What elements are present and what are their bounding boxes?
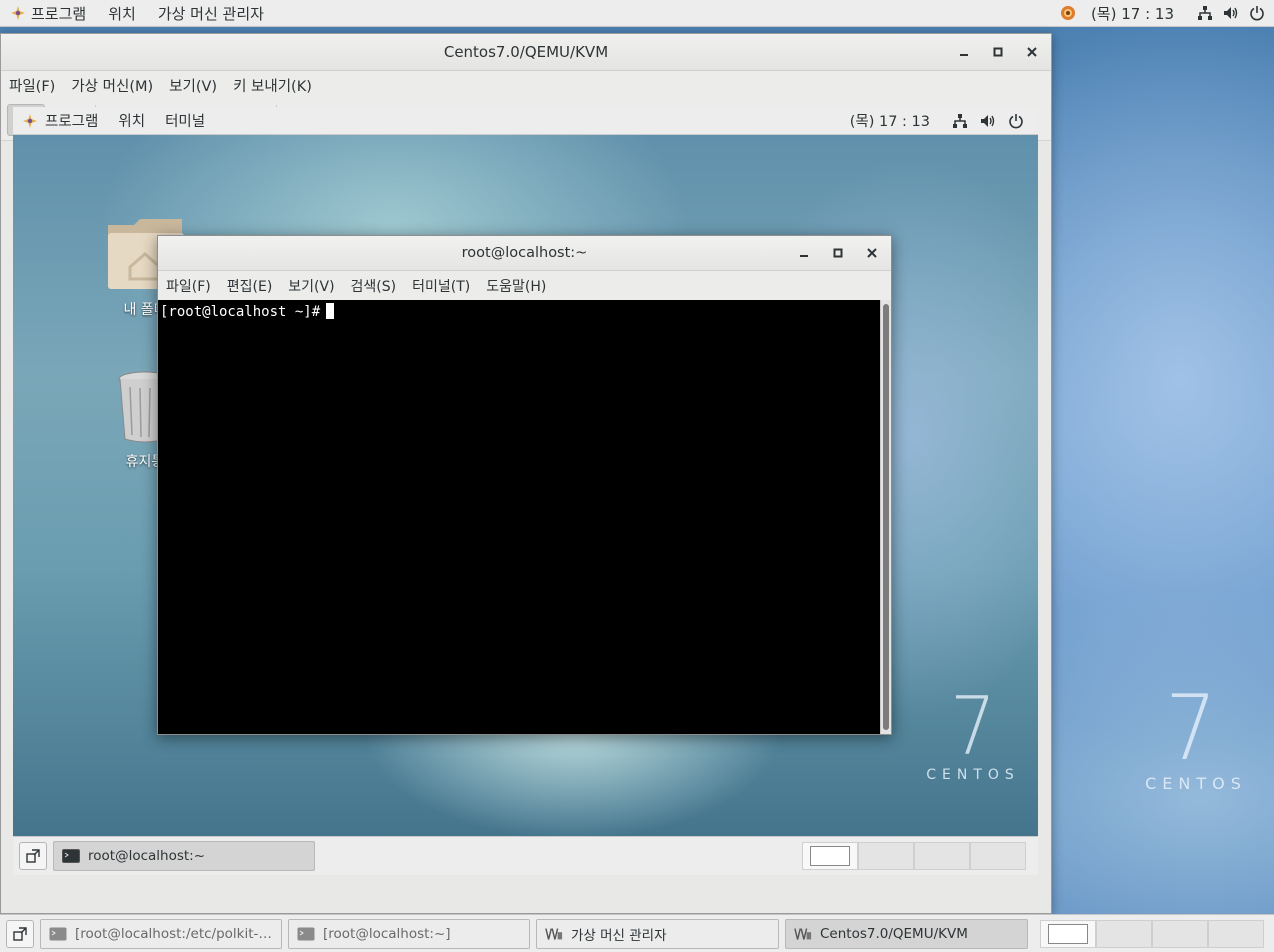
terminal-icon — [49, 927, 67, 940]
host-task-label: [root@localhost:~] — [323, 925, 451, 942]
guest-menu-places[interactable]: 위치 — [108, 107, 155, 134]
vm-menu-send-key[interactable]: 키 보내기(K) — [225, 75, 320, 96]
close-icon — [1027, 47, 1037, 57]
vm-menu-file[interactable]: 파일(F) — [1, 75, 63, 96]
workspace-1[interactable] — [1040, 919, 1096, 948]
host-workspace-switcher — [1040, 919, 1264, 948]
show-desktop-button[interactable] — [6, 919, 34, 948]
maximize-icon — [833, 248, 843, 258]
virt-manager-icon — [794, 927, 812, 940]
network-icon[interactable] — [1192, 0, 1218, 27]
host-task-vm-viewer[interactable]: Centos7.0/QEMU/KVM — [785, 918, 1028, 949]
close-button[interactable] — [1019, 39, 1045, 65]
workspace-4[interactable] — [1208, 919, 1264, 948]
terminal-prompt: [root@localhost ~]# — [160, 304, 321, 320]
minimize-icon — [800, 255, 808, 257]
host-clock[interactable]: (목) 17 : 13 — [1081, 3, 1192, 24]
guest-task-terminal[interactable]: root@localhost:~ — [53, 841, 315, 871]
terminal-menu-file[interactable]: 파일(F) — [158, 276, 219, 296]
host-menu-places[interactable]: 위치 — [97, 0, 147, 26]
terminal-title: root@localhost:~ — [461, 245, 588, 261]
applications-icon — [11, 6, 25, 20]
power-icon[interactable] — [1002, 107, 1030, 135]
terminal-menubar: 파일(F) 편집(E) 보기(V) 검색(S) 터미널(T) 도움말(H) — [158, 271, 891, 300]
workspace-3[interactable] — [1152, 919, 1208, 948]
host-task-terminal-polkit[interactable]: [root@localhost:/etc/polkit-1/lo… — [40, 918, 282, 949]
guest-centos-watermark: 7 CENTOS — [923, 687, 1038, 797]
host-menu-applications[interactable]: 프로그램 — [0, 0, 97, 26]
workspace-4[interactable] — [970, 842, 1026, 870]
guest-task-terminal-label: root@localhost:~ — [88, 848, 206, 864]
maximize-button[interactable] — [825, 240, 851, 266]
guest-menu-terminal[interactable]: 터미널 — [155, 107, 215, 134]
terminal-icon — [297, 927, 315, 940]
host-task-terminal-root[interactable]: [root@localhost:~] — [288, 918, 530, 949]
terminal-window: root@localhost:~ 파일(F) 편집(E) 보기(V) 검색(S)… — [157, 235, 892, 735]
guest-taskbar: root@localhost:~ — [13, 836, 1038, 875]
guest-display[interactable]: 프로그램 위치 터미널 (목) 17 : 13 내 폴더 휴지통 7 CENTO… — [13, 107, 1038, 875]
vm-menu-view[interactable]: 보기(V) — [161, 75, 225, 96]
guest-menu-applications-label: 프로그램 — [45, 114, 99, 130]
minimize-button[interactable] — [951, 39, 977, 65]
show-desktop-icon — [26, 849, 40, 863]
host-task-label: [root@localhost:/etc/polkit-1/lo… — [75, 925, 273, 942]
minimize-button[interactable] — [791, 240, 817, 266]
scrollbar-thumb[interactable] — [883, 304, 889, 730]
guest-top-panel: 프로그램 위치 터미널 (목) 17 : 13 — [13, 107, 1038, 135]
updates-icon[interactable] — [1055, 0, 1081, 27]
close-icon — [867, 248, 877, 258]
power-icon[interactable] — [1244, 0, 1270, 27]
applications-icon — [23, 113, 37, 128]
host-task-label: 가상 머신 관리자 — [571, 927, 667, 944]
guest-menu-applications[interactable]: 프로그램 — [13, 107, 108, 134]
terminal-icon — [62, 849, 80, 863]
vm-menu-machine[interactable]: 가상 머신(M) — [63, 75, 161, 96]
show-desktop-button[interactable] — [19, 842, 47, 870]
workspace-2[interactable] — [858, 842, 914, 870]
host-taskbar: [root@localhost:/etc/polkit-1/lo… [root@… — [0, 914, 1274, 952]
terminal-menu-terminal[interactable]: 터미널(T) — [404, 276, 478, 296]
vm-window-title: Centos7.0/QEMU/KVM — [443, 43, 609, 61]
terminal-scrollbar[interactable] — [880, 300, 891, 734]
network-icon[interactable] — [946, 107, 974, 135]
host-menu-virt-manager[interactable]: 가상 머신 관리자 — [147, 0, 275, 26]
host-task-virt-manager[interactable]: 가상 머신 관리자 — [536, 918, 779, 949]
workspace-1[interactable] — [802, 842, 858, 870]
host-task-label: Centos7.0/QEMU/KVM — [820, 925, 968, 942]
terminal-output[interactable]: [root@localhost ~]# — [158, 300, 880, 734]
minimize-icon — [960, 54, 968, 56]
show-desktop-icon — [13, 926, 27, 941]
guest-clock[interactable]: (목) 17 : 13 — [840, 110, 946, 131]
maximize-button[interactable] — [985, 39, 1011, 65]
terminal-menu-help[interactable]: 도움말(H) — [478, 276, 554, 296]
terminal-titlebar[interactable]: root@localhost:~ — [158, 236, 891, 271]
watermark-numeral: 7 — [950, 680, 996, 773]
terminal-menu-view[interactable]: 보기(V) — [280, 276, 342, 296]
vm-titlebar[interactable]: Centos7.0/QEMU/KVM — [1, 34, 1051, 71]
host-top-panel: 프로그램 위치 가상 머신 관리자 (목) 17 : 13 — [0, 0, 1274, 27]
host-centos-watermark: 7 CENTOS — [1136, 684, 1256, 804]
volume-icon[interactable] — [1218, 0, 1244, 27]
workspace-3[interactable] — [914, 842, 970, 870]
watermark-numeral: 7 — [1165, 676, 1217, 781]
terminal-menu-edit[interactable]: 편집(E) — [219, 276, 281, 296]
host-menu-applications-label: 프로그램 — [31, 4, 87, 23]
terminal-menu-search[interactable]: 검색(S) — [343, 276, 405, 296]
workspace-2[interactable] — [1096, 919, 1152, 948]
close-button[interactable] — [859, 240, 885, 266]
volume-icon[interactable] — [974, 107, 1002, 135]
vm-menubar: 파일(F) 가상 머신(M) 보기(V) 키 보내기(K) — [1, 71, 1051, 99]
guest-workspace-switcher — [802, 842, 1026, 870]
virt-manager-icon — [545, 927, 563, 940]
terminal-cursor — [326, 303, 335, 319]
maximize-icon — [993, 47, 1003, 57]
